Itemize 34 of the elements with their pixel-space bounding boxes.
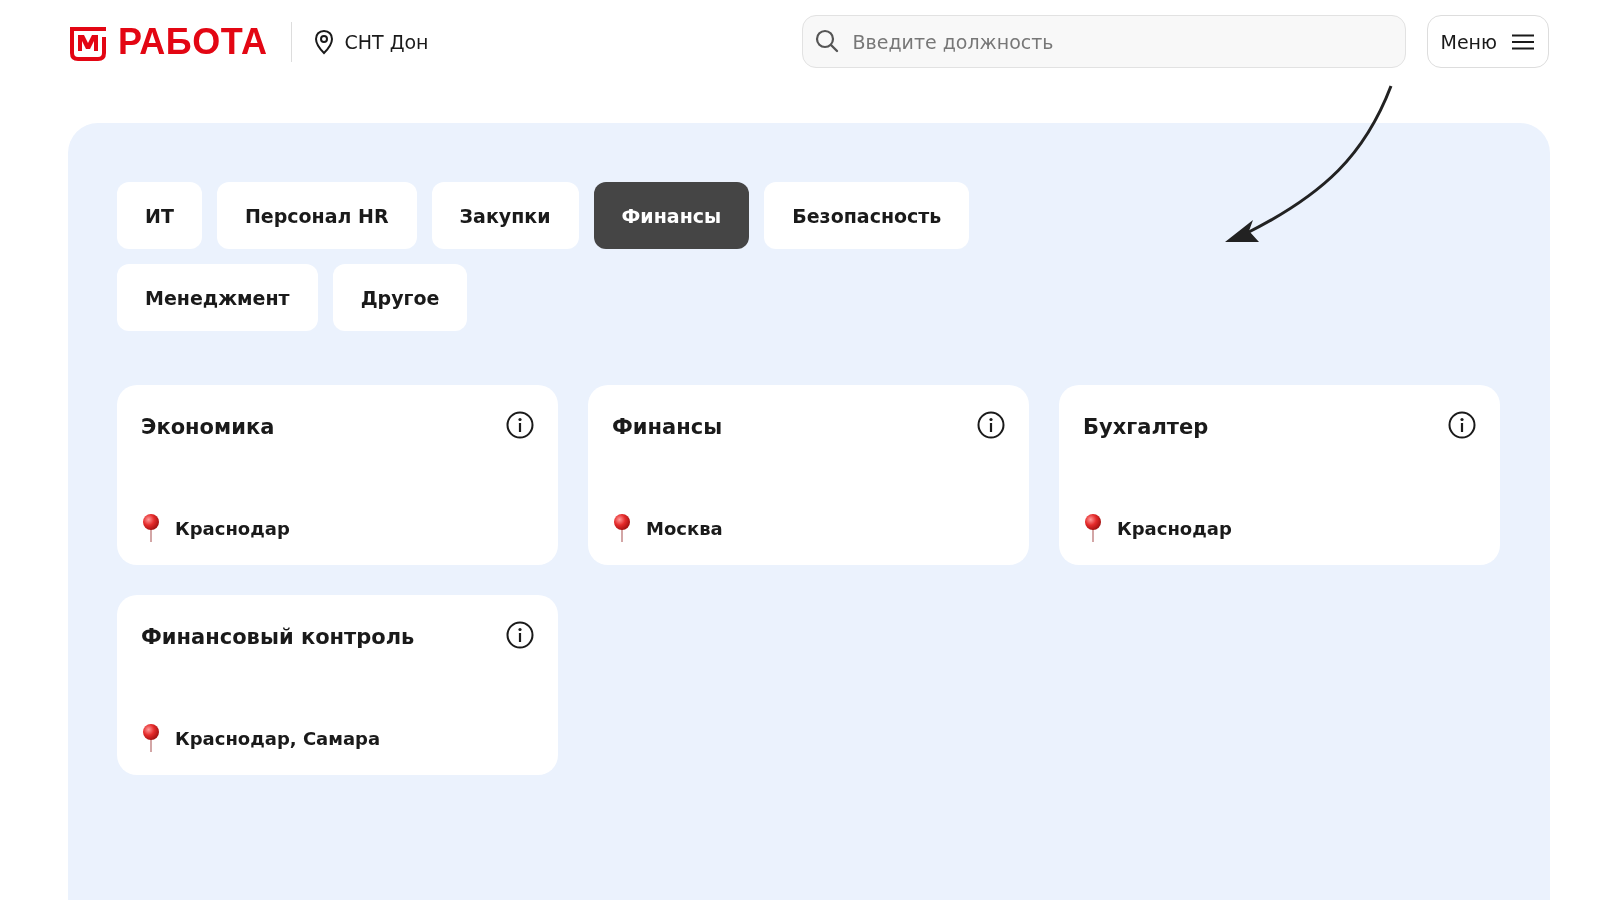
category-tab[interactable]: Безопасность	[764, 182, 970, 249]
location-pin-icon	[314, 28, 335, 55]
category-tab[interactable]: Финансы	[593, 182, 750, 249]
logo-text[interactable]: РАБОТА	[118, 20, 268, 63]
menu-button[interactable]: Меню	[1426, 15, 1549, 68]
vacancy-title: Финансы	[612, 415, 723, 439]
pushpin-icon	[1083, 513, 1103, 543]
vacancy-location: Краснодар, Самара	[175, 727, 381, 749]
vacancy-title: Бухгалтер	[1083, 415, 1209, 439]
search-field[interactable]: Введите должность	[801, 15, 1406, 68]
category-tab[interactable]: ИТ	[117, 182, 202, 249]
vacancy-card[interactable]: Финансовый контроль Краснодар, Самара	[117, 595, 558, 775]
category-tab[interactable]: Персонал HR	[216, 182, 417, 249]
vacancy-card[interactable]: Экономика Краснодар	[117, 385, 558, 565]
info-icon[interactable]	[977, 411, 1005, 439]
vacancy-location: Краснодар	[175, 517, 290, 539]
pushpin-icon	[141, 723, 161, 753]
info-icon[interactable]	[506, 621, 534, 649]
vacancy-location: Москва	[646, 517, 723, 539]
search-icon	[813, 28, 840, 54]
info-icon[interactable]	[1448, 411, 1476, 439]
location-link[interactable]: СНТ Дон	[344, 30, 429, 53]
vacancy-card[interactable]: Бухгалтер Краснодар	[1059, 385, 1500, 565]
category-tab[interactable]: Закупки	[431, 182, 579, 249]
vacancy-title: Финансовый контроль	[141, 625, 415, 649]
category-tab[interactable]: Менеджмент	[117, 264, 318, 331]
vacancy-title: Экономика	[141, 415, 275, 439]
pushpin-icon	[141, 513, 161, 543]
vacancy-card[interactable]: Финансы Москва	[588, 385, 1029, 565]
pushpin-icon	[612, 513, 632, 543]
vacancy-location: Краснодар	[1117, 517, 1232, 539]
menu-icon	[1511, 33, 1535, 50]
category-tab[interactable]: Другое	[332, 264, 468, 331]
info-icon[interactable]	[506, 411, 534, 439]
